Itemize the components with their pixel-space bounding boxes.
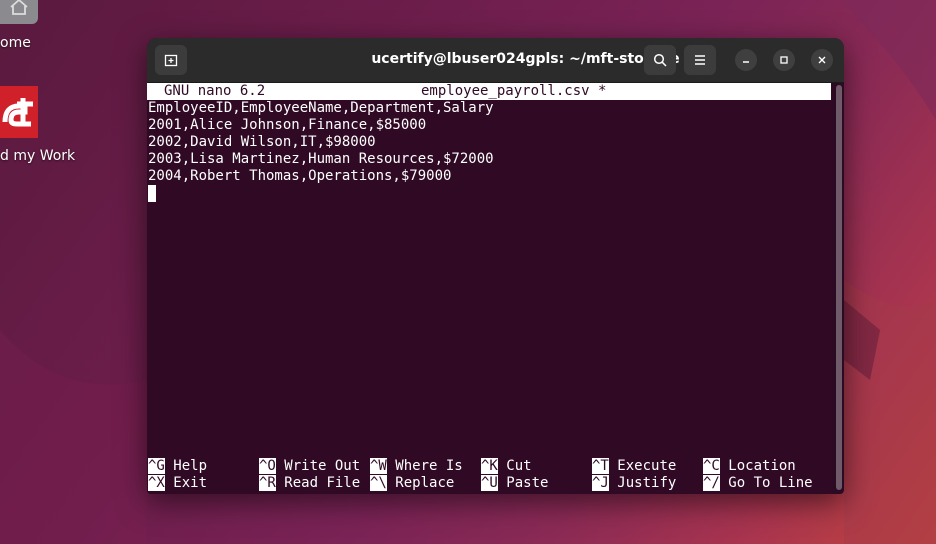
close-icon	[818, 56, 826, 64]
shortcut-location[interactable]: ^C Location	[703, 458, 796, 475]
shortcut-key: ^K	[481, 458, 498, 474]
shortcut-cut[interactable]: ^K Cut	[481, 458, 532, 475]
search-icon	[653, 53, 667, 67]
shortcut-read-file[interactable]: ^R Read File	[259, 475, 360, 492]
shortcut-help[interactable]: ^G Help	[148, 458, 207, 475]
ucertify-app-icon[interactable]	[0, 86, 38, 138]
shortcut-where-is[interactable]: ^W Where Is	[370, 458, 463, 475]
shortcut-key: ^/	[703, 475, 720, 491]
shortcut-label: Go To Line	[728, 475, 813, 491]
shortcut-key: ^O	[259, 458, 276, 474]
shortcut-label: Replace	[395, 475, 455, 491]
file-line[interactable]: 2002,David Wilson,IT,$98000	[148, 134, 376, 151]
nano-version: GNU nano 6.2	[164, 83, 266, 99]
shortcut-key: ^J	[592, 475, 609, 491]
shortcut-label: Cut	[506, 458, 532, 474]
terminal-area[interactable]: GNU nano 6.2 employee_payroll.csv * Emplo…	[147, 83, 832, 494]
home-folder-icon[interactable]	[0, 0, 38, 24]
shortcut-key: ^\	[370, 475, 387, 491]
text-cursor	[148, 185, 156, 202]
shortcut-exit[interactable]: ^X Exit	[148, 475, 207, 492]
file-line[interactable]: 2001,Alice Johnson,Finance,$85000	[148, 117, 426, 134]
hamburger-menu-icon	[695, 55, 705, 65]
minimize-button[interactable]	[735, 49, 757, 71]
file-line[interactable]: 2003,Lisa Martinez,Human Resources,$7200…	[148, 151, 494, 168]
shortcut-label: Read File	[284, 475, 361, 491]
shortcut-label: Where Is	[395, 458, 463, 474]
title-bar[interactable]: ucertify@lbuser024gpls: ~/mft-storage	[147, 38, 844, 83]
search-button[interactable]	[644, 45, 676, 75]
shortcut-execute[interactable]: ^T Execute	[592, 458, 676, 475]
shortcut-justify[interactable]: ^J Justify	[592, 475, 676, 492]
nano-header-bar: GNU nano 6.2 employee_payroll.csv *	[147, 83, 831, 100]
shortcut-write-out[interactable]: ^O Write Out	[259, 458, 360, 475]
shortcut-label: Location	[728, 458, 796, 474]
terminal-scrollbar[interactable]	[836, 85, 842, 490]
shortcut-label: Write Out	[284, 458, 361, 474]
shortcut-paste[interactable]: ^U Paste	[481, 475, 548, 492]
terminal-window[interactable]: ucertify@lbuser024gpls: ~/mft-storage GN…	[147, 38, 844, 494]
shortcut-key: ^G	[148, 458, 165, 474]
shortcut-key: ^R	[259, 475, 276, 491]
shortcut-label: Help	[173, 458, 208, 474]
maximize-button[interactable]	[773, 49, 795, 71]
maximize-icon	[780, 56, 788, 64]
shortcut-key: ^W	[370, 458, 387, 474]
ucertify-app-label[interactable]: d my Work	[0, 148, 75, 164]
shortcut-replace[interactable]: ^\ Replace	[370, 475, 454, 492]
shortcut-label: Justify	[617, 475, 677, 491]
shortcut-go-to-line[interactable]: ^/ Go To Line	[703, 475, 813, 492]
shortcut-key: ^X	[148, 475, 165, 491]
shortcut-label: Exit	[173, 475, 208, 491]
nano-filename: employee_payroll.csv *	[421, 83, 607, 99]
home-folder-label[interactable]: ome	[0, 35, 31, 51]
file-line[interactable]: 2004,Robert Thomas,Operations,$79000	[148, 168, 451, 185]
shortcut-key: ^T	[592, 458, 609, 474]
shortcut-label: Execute	[617, 458, 677, 474]
menu-button[interactable]	[684, 45, 716, 75]
file-line[interactable]: EmployeeID,EmployeeName,Department,Salar…	[148, 100, 494, 117]
shortcut-key: ^U	[481, 475, 498, 491]
shortcut-label: Paste	[506, 475, 549, 491]
shortcut-key: ^C	[703, 458, 720, 474]
close-button[interactable]	[811, 49, 833, 71]
minimize-icon	[743, 61, 749, 63]
